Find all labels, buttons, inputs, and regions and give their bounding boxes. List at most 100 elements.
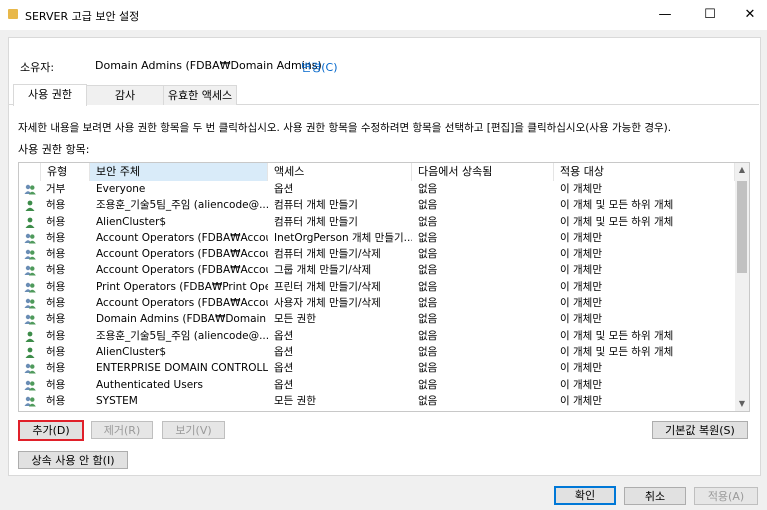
tab-auditing[interactable]: 감사 xyxy=(86,85,164,105)
column-principal[interactable]: 보안 주체 xyxy=(90,163,268,181)
restore-defaults-button[interactable]: 기본값 복원(S) xyxy=(652,421,748,439)
ok-button[interactable]: 확인 xyxy=(554,486,616,505)
cell-applies: 이 개체만 xyxy=(560,297,602,310)
cell-inherited: 없음 xyxy=(418,199,438,212)
table-row[interactable]: 허용 Account Operators (FDBA₩Accou... 사용자 개체… xyxy=(19,295,735,311)
cell-applies: 이 개체만 xyxy=(560,394,602,407)
group-icon xyxy=(24,282,36,293)
user-icon xyxy=(24,347,36,358)
group-icon xyxy=(24,265,36,276)
window-title: SERVER 고급 보안 설정 xyxy=(25,10,140,23)
minimize-button[interactable]: — xyxy=(645,0,685,30)
cell-applies: 이 개체만 xyxy=(560,378,602,391)
column-access[interactable]: 액세스 xyxy=(268,163,412,181)
disable-inheritance-button[interactable]: 상속 사용 안 함(I) xyxy=(18,451,128,469)
table-row[interactable]: 허용 Print Operators (FDBA₩Print Oper... 프린터… xyxy=(19,279,735,295)
cell-access: 모든 권한 xyxy=(274,394,316,407)
table-row[interactable]: 허용 Account Operators (FDBA₩Accou... 그룹 개체 … xyxy=(19,262,735,278)
user-icon xyxy=(24,200,36,212)
table-row[interactable]: 허용 Account Operators (FDBA₩Accou... InetOr… xyxy=(19,230,735,246)
table-row[interactable]: 허용 Account Operators (FDBA₩Accou... 컴퓨터 개체… xyxy=(19,246,735,262)
table-row[interactable]: 허용 Domain Admins (FDBA₩Domain ... 모든 권한 없음 이… xyxy=(19,311,735,327)
close-button[interactable]: ✕ xyxy=(730,0,767,30)
scroll-up-icon[interactable]: ▲ xyxy=(735,163,749,177)
cell-inherited: 없음 xyxy=(418,183,438,195)
cell-applies: 이 개체만 xyxy=(560,313,602,326)
cell-type: 허용 xyxy=(46,345,66,358)
cell-type: 허용 xyxy=(46,313,66,326)
table-row[interactable]: 허용 AlienCluster$ 컴퓨터 개체 만들기 없음 이 개체 및 모든 하위 … xyxy=(19,214,735,230)
table-row[interactable]: 허용 SYSTEM 모든 권한 없음 이 개체만 xyxy=(19,393,735,409)
cancel-button[interactable]: 취소 xyxy=(624,487,686,505)
cell-principal: Account Operators (FDBA₩Accou... xyxy=(96,248,268,261)
maximize-button[interactable]: ☐ xyxy=(690,0,730,30)
cell-type: 거부 xyxy=(46,183,66,195)
owner-value: Domain Admins (FDBA₩Domain Admins) xyxy=(95,59,322,72)
group-icon xyxy=(24,233,36,244)
cell-inherited: 없음 xyxy=(418,362,438,375)
cell-type: 허용 xyxy=(46,248,66,261)
cell-type: 허용 xyxy=(46,362,66,375)
scroll-thumb[interactable] xyxy=(737,181,747,273)
vertical-scrollbar[interactable]: ▲ ▼ xyxy=(735,163,749,411)
cell-type: 허용 xyxy=(46,264,66,277)
cell-type: 허용 xyxy=(46,297,66,310)
group-icon xyxy=(24,396,36,407)
cell-inherited: 없음 xyxy=(418,264,438,277)
cell-principal: 조용훈_기술5팀_주임 (aliencode@... xyxy=(96,199,268,212)
table-row[interactable]: 허용 조용훈_기술5팀_주임 (aliencode@... 옵션 없음 이 개체 및 모… xyxy=(19,328,735,344)
cell-type: 허용 xyxy=(46,280,66,293)
view-button[interactable]: 보기(V) xyxy=(162,421,225,439)
cell-applies: 이 개체만 xyxy=(560,362,602,375)
cell-inherited: 없음 xyxy=(418,313,438,326)
owner-label: 소유자: xyxy=(20,61,55,74)
title-bar: SERVER 고급 보안 설정 — ☐ ✕ xyxy=(0,0,767,30)
group-icon xyxy=(24,363,36,374)
table-row[interactable]: 거부 Everyone 옵션 없음 이 개체만 xyxy=(19,181,735,197)
cell-applies: 이 개체만 xyxy=(560,231,602,244)
cell-principal: Account Operators (FDBA₩Accou... xyxy=(96,264,268,277)
cell-type: 허용 xyxy=(46,199,66,212)
cell-applies: 이 개체만 xyxy=(560,248,602,261)
cell-type: 허용 xyxy=(46,394,66,407)
column-icon xyxy=(19,163,41,181)
cell-access: InetOrgPerson 개체 만들기... xyxy=(274,231,412,244)
cell-principal: Account Operators (FDBA₩Accou... xyxy=(96,297,268,310)
cell-access: 프린터 개체 만들기/삭제 xyxy=(274,280,381,293)
change-owner-link[interactable]: 변경(C) xyxy=(301,59,338,75)
cell-access: 옵션 xyxy=(274,345,294,358)
cell-access: 옵션 xyxy=(274,378,294,391)
permissions-list-label: 사용 권한 항목: xyxy=(18,143,90,156)
permissions-table[interactable]: 유형 보안 주체 액세스 다음에서 상속됨 적용 대상 거부 Everyone 옵션… xyxy=(18,162,750,412)
cell-principal: 조용훈_기술5팀_주임 (aliencode@... xyxy=(96,329,268,342)
cell-applies: 이 개체만 xyxy=(560,183,602,195)
column-type[interactable]: 유형 xyxy=(41,163,90,181)
cell-type: 허용 xyxy=(46,231,66,244)
column-applies-to[interactable]: 적용 대상 xyxy=(554,163,735,181)
group-icon xyxy=(24,184,36,195)
folder-icon xyxy=(8,9,18,19)
tab-effective-access[interactable]: 유효한 액세스 xyxy=(163,85,237,105)
table-row[interactable]: 허용 Authenticated Users 옵션 없음 이 개체만 xyxy=(19,377,735,393)
add-button[interactable]: 추가(D) xyxy=(18,420,84,441)
apply-button[interactable]: 적용(A) xyxy=(694,487,758,505)
instructions-text: 자세한 내용을 보려면 사용 권한 항목을 두 번 클릭하십시오. 사용 권한 … xyxy=(18,122,672,134)
scroll-down-icon[interactable]: ▼ xyxy=(735,397,749,411)
table-row[interactable]: 허용 AlienCluster$ 옵션 없음 이 개체 및 모든 하위 개체 xyxy=(19,344,735,360)
cell-access: 모든 권한 xyxy=(274,313,316,326)
cell-principal: ENTERPRISE DOMAIN CONTROLL... xyxy=(96,362,268,375)
cell-principal: Authenticated Users xyxy=(96,378,203,391)
cell-principal: AlienCluster$ xyxy=(96,345,167,358)
table-header: 유형 보안 주체 액세스 다음에서 상속됨 적용 대상 xyxy=(19,163,735,181)
tab-permissions[interactable]: 사용 권한 xyxy=(13,84,87,106)
cell-access: 컴퓨터 개체 만들기 xyxy=(274,199,358,212)
column-inherited-from[interactable]: 다음에서 상속됨 xyxy=(412,163,554,181)
cell-type: 허용 xyxy=(46,329,66,342)
cell-inherited: 없음 xyxy=(418,378,438,391)
cell-access: 컴퓨터 개체 만들기 xyxy=(274,215,358,228)
remove-button[interactable]: 제거(R) xyxy=(91,421,153,439)
cell-inherited: 없음 xyxy=(418,280,438,293)
cell-inherited: 없음 xyxy=(418,345,438,358)
table-row[interactable]: 허용 조용훈_기술5팀_주임 (aliencode@... 컴퓨터 개체 만들기 없음… xyxy=(19,197,735,213)
table-row[interactable]: 허용 ENTERPRISE DOMAIN CONTROLL... 옵션 없음 이 개체만 xyxy=(19,360,735,376)
